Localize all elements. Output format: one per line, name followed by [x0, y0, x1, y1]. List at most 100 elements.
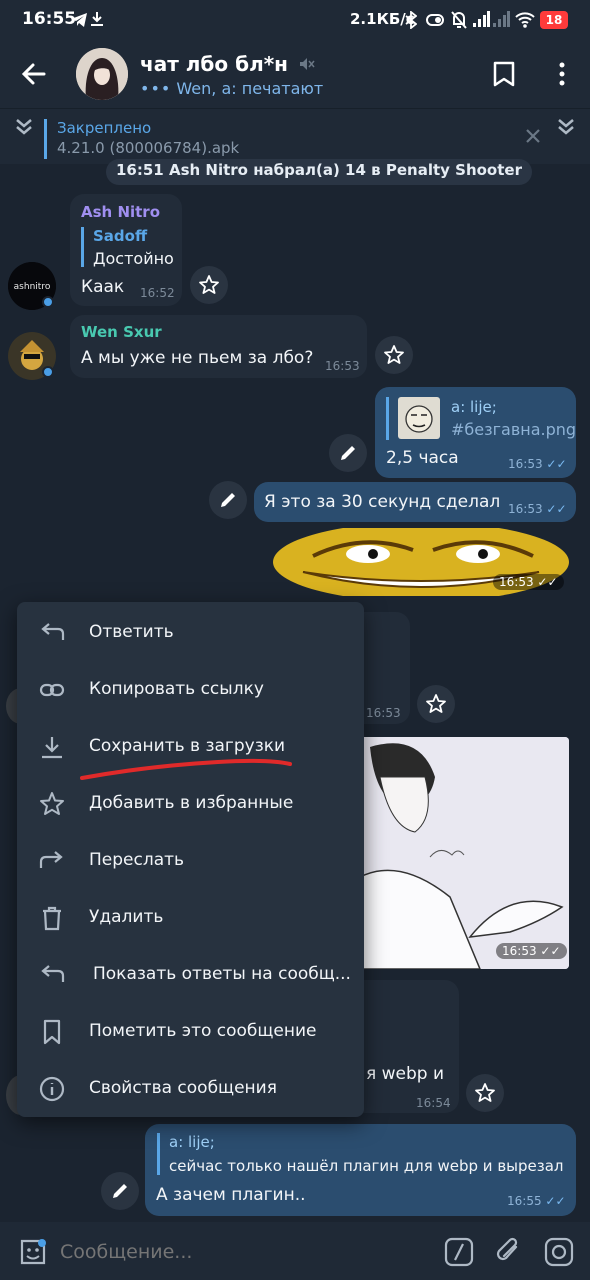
message-time: 16:54 [416, 1096, 451, 1110]
menu-item-label: Переслать [89, 850, 185, 870]
reply-icon [41, 965, 65, 982]
trash-icon [43, 906, 61, 931]
camera-icon[interactable] [544, 1237, 574, 1267]
star-icon [475, 1083, 495, 1102]
bookmark-icon [43, 1019, 61, 1045]
message-text: я webp и [366, 1064, 445, 1084]
message-time: 16:53 ✓✓ [496, 943, 567, 959]
context-menu: Ответить Копировать ссылку Сохранить в з… [17, 602, 364, 1117]
star-icon [426, 694, 446, 713]
menu-item-delete[interactable]: Удалить [17, 889, 364, 946]
bluetooth-icon [405, 11, 417, 29]
favorite-button[interactable] [375, 336, 413, 374]
pinned-bar [44, 119, 47, 159]
menu-item-reply[interactable]: Ответить [17, 604, 364, 661]
pinned-label: Закреплено [57, 119, 152, 137]
reply-text: сейчас только нашёл плагин для webp и вы… [169, 1157, 564, 1175]
quote-bar [386, 397, 389, 440]
quote-bar [81, 227, 84, 267]
message-text: А зачем плагин.. [156, 1185, 306, 1205]
image-message[interactable]: 16:53 ✓✓ [340, 737, 569, 969]
chat-title[interactable]: чат лбо бл*н [140, 52, 315, 76]
message-bubble[interactable]: Ash Nitro Sadoff Достойно Каак 16:52 [70, 194, 182, 306]
vibrate-icon [426, 14, 444, 26]
menu-item-label: Показать ответы на сообщ... [93, 964, 351, 984]
svg-text:ashnitro: ashnitro [14, 282, 51, 292]
service-message: 16:51 Ash Nitro набрал(а) 14 в Penalty S… [106, 159, 532, 185]
message-input-bar [0, 1222, 590, 1280]
edit-button[interactable] [209, 481, 247, 519]
sender-name[interactable]: Ash Nitro [81, 203, 160, 221]
menu-item-mark-message[interactable]: Пометить это сообщение [17, 1003, 364, 1060]
message-time: 16:53 [366, 706, 401, 720]
wifi-icon [515, 12, 535, 28]
favorite-button[interactable] [466, 1074, 504, 1112]
download-icon [91, 12, 103, 26]
message-bubble[interactable]: a: lije; сейчас только нашёл плагин для … [145, 1124, 576, 1216]
message-time: 16:55 ✓✓ [507, 1194, 566, 1208]
reply-author: Sadoff [93, 227, 148, 245]
message-time: 16:53 [325, 359, 360, 373]
reply-icon [41, 623, 65, 640]
sender-name[interactable]: Wen Sxur [81, 323, 162, 341]
signal-icon-2 [493, 11, 510, 27]
edit-button[interactable] [101, 1172, 139, 1210]
message-time: 16:53 ✓✓ [508, 457, 567, 471]
message-text: 2,5 часа [386, 448, 459, 468]
command-icon[interactable] [444, 1237, 474, 1267]
pinned-text: 4.21.0 (800006784).apk [57, 139, 240, 157]
pinned-message[interactable]: Закреплено 4.21.0 (800006784).apk [0, 108, 590, 164]
message-bubble[interactable]: Wen Sxur А мы уже не пьем за лбо? 16:53 [70, 315, 367, 378]
menu-item-show-replies[interactable]: Показать ответы на сообщ... [17, 946, 364, 1003]
reply-author: a: lije; [451, 398, 497, 416]
link-icon [39, 683, 65, 697]
info-icon [39, 1076, 65, 1102]
attach-icon[interactable] [494, 1235, 524, 1267]
quote-bar [157, 1133, 160, 1175]
typing-status: ••• Wen, a: печатают [140, 79, 324, 98]
reply-author: a: lije; [169, 1133, 215, 1151]
download-icon [42, 737, 62, 759]
message-text: Я это за 30 секунд сделал [264, 492, 501, 512]
chat-avatar[interactable] [76, 48, 128, 100]
double-chevron-down-icon[interactable] [14, 117, 34, 137]
double-chevron-down-icon-right[interactable] [556, 117, 576, 137]
sticker-image[interactable]: 16:53 ✓✓ [273, 528, 569, 596]
favorite-button[interactable] [190, 266, 228, 304]
bookmark-icon[interactable] [490, 60, 518, 88]
menu-item-add-favorites[interactable]: Добавить в избранные [17, 775, 364, 832]
close-icon[interactable] [524, 127, 542, 145]
menu-item-copy-link[interactable]: Копировать ссылку [17, 661, 364, 718]
message-bubble[interactable]: Я это за 30 секунд сделал 16:53 ✓✓ [254, 482, 576, 522]
emoji-sticker-icon[interactable] [18, 1237, 48, 1267]
back-arrow-icon[interactable] [18, 58, 50, 90]
message-bubble[interactable]: a: lije; #безгавна.png 2,5 часа 16:53 ✓✓ [375, 387, 576, 478]
message-time: 16:53 ✓✓ [508, 502, 567, 516]
menu-item-label: Ответить [89, 622, 174, 642]
reply-thumbnail [398, 397, 440, 439]
battery-icon: 18 [540, 11, 568, 29]
message-input[interactable] [60, 1236, 420, 1268]
pencil-icon [113, 1184, 127, 1198]
telegram-icon [71, 13, 87, 27]
pencil-icon [221, 493, 235, 507]
online-dot [42, 366, 54, 378]
forward-icon [39, 851, 63, 868]
reply-text: Достойно [93, 249, 174, 268]
reply-text: #безгавна.png [451, 420, 577, 439]
message-text: А мы уже не пьем за лбо? [81, 348, 314, 368]
menu-item-label: Пометить это сообщение [89, 1021, 317, 1041]
signal-icon [473, 11, 490, 27]
star-icon [40, 792, 64, 815]
menu-item-forward[interactable]: Переслать [17, 832, 364, 889]
online-dot [42, 296, 54, 308]
message-time: 16:52 [140, 286, 175, 300]
edit-button[interactable] [329, 434, 367, 472]
menu-item-properties[interactable]: Свойства сообщения [17, 1060, 364, 1117]
message-time: 16:53 ✓✓ [493, 574, 564, 590]
star-icon [384, 345, 404, 364]
star-icon [199, 275, 219, 294]
favorite-button[interactable] [417, 685, 455, 723]
more-vert-icon[interactable] [552, 60, 572, 88]
status-bar: 16:55 2.1КБ/с 18 [0, 0, 590, 40]
